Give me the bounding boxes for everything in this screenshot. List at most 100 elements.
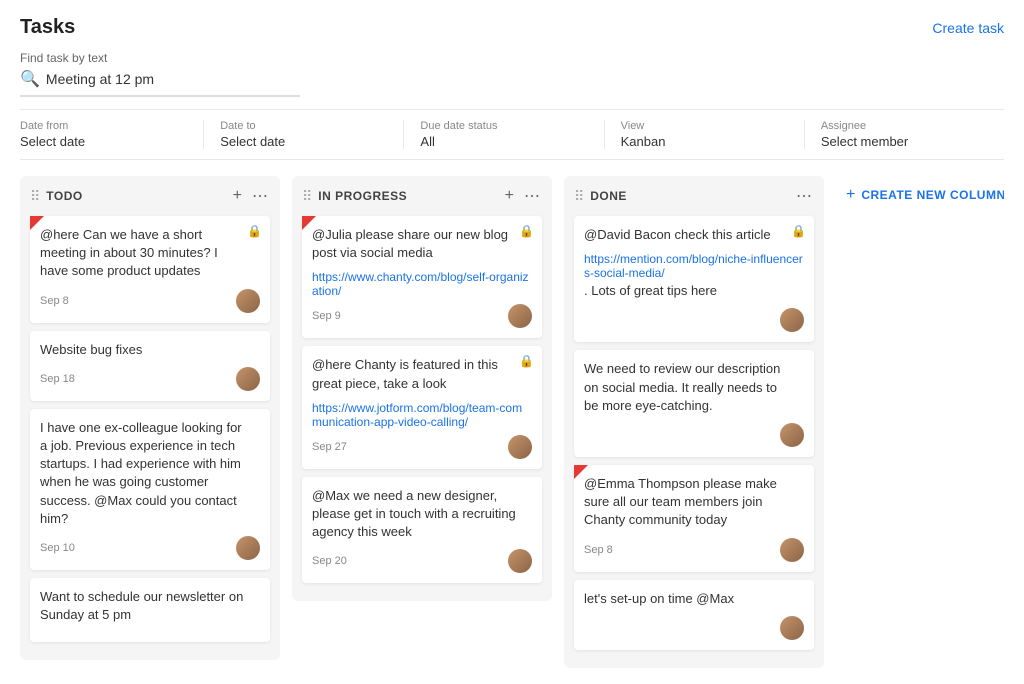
card-6: 🔒 @here Chanty is featured in this great… — [302, 346, 542, 468]
card-5-link[interactable]: https://www.chanty.com/blog/self-organiz… — [312, 270, 532, 298]
filters-bar: Date from Select date Date to Select dat… — [20, 109, 1004, 160]
card-9: We need to review our description on soc… — [574, 350, 814, 457]
column-in-progress-drag[interactable]: ⠿ — [302, 188, 312, 205]
column-todo-header: ⠿ TODO + ⋯ — [30, 186, 270, 206]
column-in-progress-add-button[interactable]: + — [503, 186, 516, 206]
filter-date-to-label: Date to — [220, 120, 387, 132]
card-8-text: @David Bacon check this article — [584, 226, 804, 244]
card-6-link[interactable]: https://www.jotform.com/blog/team-commun… — [312, 401, 532, 429]
filter-date-from-value[interactable]: Select date — [20, 134, 187, 149]
filter-assignee: Assignee Select member — [805, 120, 1004, 149]
card-7-avatar — [508, 549, 532, 573]
filter-view-value[interactable]: Kanban — [621, 134, 788, 149]
column-in-progress-actions: + ⋯ — [503, 186, 542, 206]
card-1-footer: Sep 8 — [40, 289, 260, 313]
column-done-drag[interactable]: ⠿ — [574, 188, 584, 205]
card-11-avatar — [780, 616, 804, 640]
card-1-flag — [30, 216, 44, 230]
page-header: Tasks Create task — [20, 16, 1004, 39]
card-9-text: We need to review our description on soc… — [584, 360, 804, 415]
column-todo-add-button[interactable]: + — [231, 186, 244, 206]
column-done-title: DONE — [590, 189, 788, 203]
card-10-flag — [574, 465, 588, 479]
card-7-footer: Sep 20 — [312, 549, 532, 573]
filter-due-date-value[interactable]: All — [420, 134, 587, 149]
card-3: I have one ex-colleague looking for a jo… — [30, 409, 270, 570]
create-task-button[interactable]: Create task — [932, 20, 1004, 36]
card-6-footer: Sep 27 — [312, 435, 532, 459]
card-6-text: @here Chanty is featured in this great p… — [312, 356, 532, 392]
search-icon: 🔍 — [20, 69, 40, 89]
card-8: 🔒 @David Bacon check this article https:… — [574, 216, 814, 342]
card-5-footer: Sep 9 — [312, 304, 532, 328]
card-5-lock: 🔒 — [519, 224, 534, 238]
filter-view-label: View — [621, 120, 788, 132]
column-todo-actions: + ⋯ — [231, 186, 270, 206]
create-new-column-button[interactable]: + CREATE NEW COLUMN — [836, 176, 1004, 214]
column-in-progress-title: IN PROGRESS — [318, 189, 496, 203]
search-row: 🔍 — [20, 69, 300, 97]
card-3-avatar — [236, 536, 260, 560]
card-11: let's set-up on time @Max — [574, 580, 814, 650]
column-todo-menu-button[interactable]: ⋯ — [250, 186, 270, 206]
card-7-text: @Max we need a new designer, please get … — [312, 487, 532, 542]
card-5-text: @Julia please share our new blog post vi… — [312, 226, 532, 262]
card-6-date: Sep 27 — [312, 441, 347, 453]
card-10-avatar — [780, 538, 804, 562]
filter-assignee-label: Assignee — [821, 120, 988, 132]
card-5: 🔒 @Julia please share our new blog post … — [302, 216, 542, 338]
card-9-avatar — [780, 423, 804, 447]
card-1-date: Sep 8 — [40, 295, 69, 307]
card-6-lock: 🔒 — [519, 354, 534, 368]
card-7: @Max we need a new designer, please get … — [302, 477, 542, 584]
card-2-footer: Sep 18 — [40, 367, 260, 391]
column-drag-handle[interactable]: ⠿ — [30, 188, 40, 205]
card-2-text: Website bug fixes — [40, 341, 260, 359]
filter-assignee-value[interactable]: Select member — [821, 134, 988, 149]
kanban-board: ⠿ TODO + ⋯ 🔒 @here Can we have a short m… — [20, 176, 1004, 668]
card-8-link[interactable]: https://mention.com/blog/niche-influence… — [584, 252, 804, 280]
card-8-suffix: . Lots of great tips here — [584, 282, 804, 300]
column-todo: ⠿ TODO + ⋯ 🔒 @here Can we have a short m… — [20, 176, 280, 660]
column-in-progress-menu-button[interactable]: ⋯ — [522, 186, 542, 206]
card-1-lock: 🔒 — [247, 224, 262, 238]
search-input[interactable] — [46, 71, 300, 87]
filter-date-from: Date from Select date — [20, 120, 204, 149]
search-section: Find task by text 🔍 — [20, 51, 1004, 97]
card-1: 🔒 @here Can we have a short meeting in a… — [30, 216, 270, 323]
card-2: Website bug fixes Sep 18 — [30, 331, 270, 401]
filter-view: View Kanban — [605, 120, 805, 149]
card-5-flag — [302, 216, 316, 230]
card-10-text: @Emma Thompson please make sure all our … — [584, 475, 804, 530]
filter-due-date: Due date status All — [404, 120, 604, 149]
card-4-text: Want to schedule our newsletter on Sunda… — [40, 588, 260, 624]
filter-date-to: Date to Select date — [204, 120, 404, 149]
new-column-label: CREATE NEW COLUMN — [861, 188, 1004, 202]
new-column-icon: + — [846, 186, 855, 204]
card-3-footer: Sep 10 — [40, 536, 260, 560]
card-2-avatar — [236, 367, 260, 391]
card-8-avatar — [780, 308, 804, 332]
card-8-footer — [584, 308, 804, 332]
card-11-text: let's set-up on time @Max — [584, 590, 804, 608]
column-done-menu-button[interactable]: ⋯ — [794, 186, 814, 206]
card-11-footer — [584, 616, 804, 640]
card-4: Want to schedule our newsletter on Sunda… — [30, 578, 270, 642]
card-3-text: I have one ex-colleague looking for a jo… — [40, 419, 260, 528]
search-label: Find task by text — [20, 51, 1004, 65]
card-5-date: Sep 9 — [312, 310, 341, 322]
card-10-footer: Sep 8 — [584, 538, 804, 562]
filter-date-to-value[interactable]: Select date — [220, 134, 387, 149]
column-todo-title: TODO — [46, 189, 224, 203]
card-8-lock: 🔒 — [791, 224, 806, 238]
column-in-progress: ⠿ IN PROGRESS + ⋯ 🔒 @Julia please share … — [292, 176, 552, 601]
card-1-text: @here Can we have a short meeting in abo… — [40, 226, 260, 281]
card-6-avatar — [508, 435, 532, 459]
card-10-date: Sep 8 — [584, 544, 613, 556]
column-done-header: ⠿ DONE ⋯ — [574, 186, 814, 206]
tasks-page: Tasks Create task Find task by text 🔍 Da… — [0, 0, 1024, 684]
card-5-avatar — [508, 304, 532, 328]
column-done-actions: ⋯ — [794, 186, 814, 206]
filter-date-from-label: Date from — [20, 120, 187, 132]
card-10: @Emma Thompson please make sure all our … — [574, 465, 814, 572]
